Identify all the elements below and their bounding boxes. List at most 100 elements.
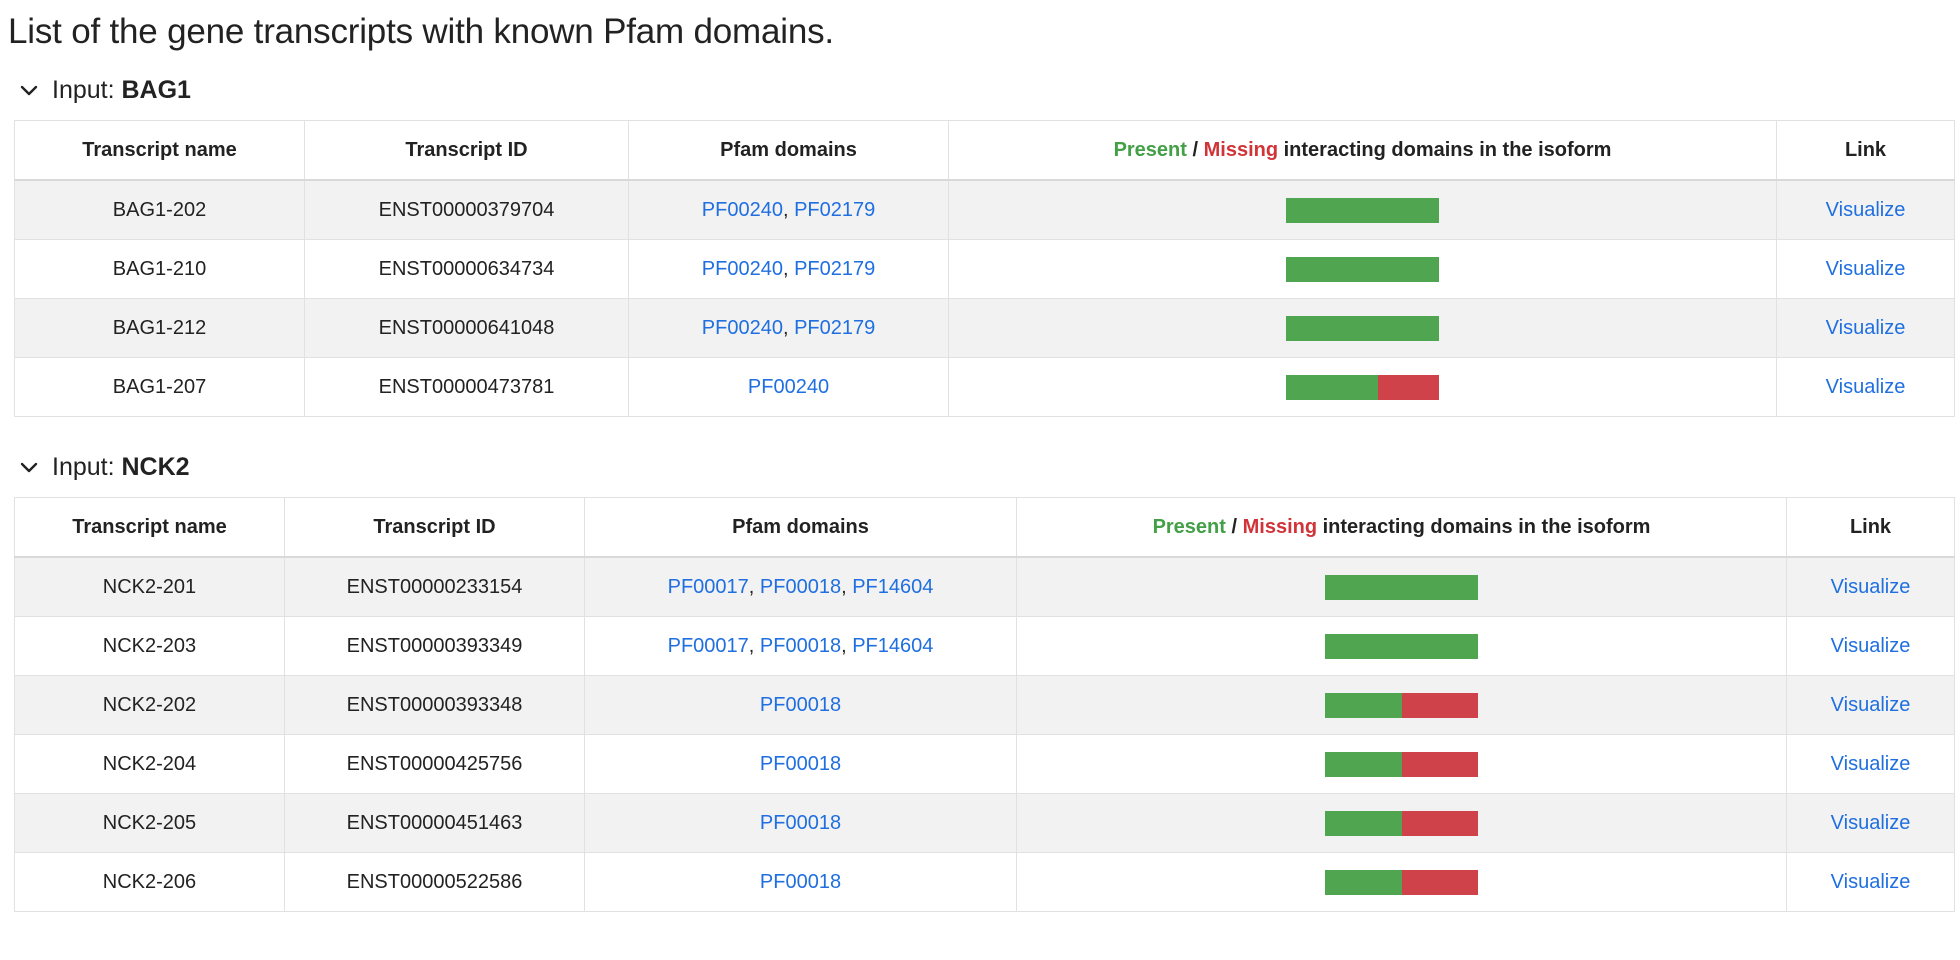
transcript-name-cell: NCK2-202 (14, 675, 285, 735)
column-header-transcript-name: Transcript name (14, 120, 305, 181)
transcripts-table-nck2: Transcript name Transcript ID Pfam domai… (14, 497, 1955, 912)
pfam-link[interactable]: PF00018 (760, 635, 841, 657)
link-cell: Visualize (1776, 357, 1955, 417)
table-row: BAG1-212 ENST00000641048 PF00240, PF02179 V… (14, 298, 1955, 358)
transcript-id-cell: ENST00000641048 (304, 298, 629, 358)
transcript-id-cell: ENST00000233154 (284, 556, 585, 617)
pfam-link[interactable]: PF00018 (760, 753, 841, 775)
page: List of the gene transcripts with known … (0, 0, 1960, 912)
present-segment (1286, 374, 1378, 400)
column-header-transcript-name: Transcript name (14, 497, 285, 558)
missing-segment (1401, 869, 1478, 895)
domain-coverage-bar (1325, 869, 1478, 895)
transcript-name-cell: BAG1-207 (14, 357, 305, 417)
present-segment (1325, 810, 1402, 836)
column-header-interacting-domains: Present / Missing interacting domains in… (948, 120, 1777, 181)
missing-segment (1401, 751, 1478, 777)
present-segment (1286, 197, 1439, 223)
table-header-row: Transcript name Transcript ID Pfam domai… (14, 120, 1955, 181)
pfam-link[interactable]: PF02179 (794, 317, 875, 339)
pfam-link[interactable]: PF00018 (760, 694, 841, 716)
missing-segment (1377, 374, 1439, 400)
transcript-name-cell: NCK2-201 (14, 556, 285, 617)
visualize-link[interactable]: Visualize (1826, 376, 1906, 398)
column-header-link: Link (1786, 497, 1955, 558)
pfam-link[interactable]: PF00018 (760, 576, 841, 598)
pfam-link[interactable]: PF00240 (702, 258, 783, 280)
pfam-link[interactable]: PF02179 (794, 199, 875, 221)
visualize-link[interactable]: Visualize (1826, 199, 1906, 221)
pfam-link[interactable]: PF00240 (748, 376, 829, 398)
domain-coverage-bar (1286, 374, 1439, 400)
pfam-link[interactable]: PF00018 (760, 812, 841, 834)
table-row: NCK2-204 ENST00000425756 PF00018 Visualize (14, 734, 1955, 794)
interacting-domains-cell (948, 179, 1777, 240)
link-cell: Visualize (1786, 675, 1955, 735)
visualize-link[interactable]: Visualize (1831, 635, 1911, 657)
link-cell: Visualize (1786, 852, 1955, 912)
present-segment (1286, 315, 1439, 341)
visualize-link[interactable]: Visualize (1831, 694, 1911, 716)
table-row: BAG1-202 ENST00000379704 PF00240, PF02179 V… (14, 179, 1955, 240)
domain-coverage-bar (1286, 197, 1439, 223)
interacting-domains-cell (1016, 556, 1787, 617)
visualize-link[interactable]: Visualize (1831, 576, 1911, 598)
interacting-domains-cell (948, 357, 1777, 417)
interacting-domains-cell (1016, 616, 1787, 676)
pfam-link[interactable]: PF00018 (760, 871, 841, 893)
chevron-down-icon[interactable] (18, 456, 40, 478)
section-label: Input: NCK2 (52, 452, 190, 481)
section-header-bag1[interactable]: Input: BAG1 (8, 70, 1950, 110)
interacting-domains-cell (948, 239, 1777, 299)
domain-coverage-bar (1325, 692, 1478, 718)
visualize-link[interactable]: Visualize (1831, 753, 1911, 775)
transcript-name-cell: NCK2-206 (14, 852, 285, 912)
missing-segment (1401, 692, 1478, 718)
table-row: NCK2-205 ENST00000451463 PF00018 Visualize (14, 793, 1955, 853)
link-cell: Visualize (1776, 298, 1955, 358)
pfam-link[interactable]: PF00017 (668, 576, 749, 598)
pfam-link[interactable]: PF00017 (668, 635, 749, 657)
pfam-link[interactable]: PF00240 (702, 199, 783, 221)
pfam-link[interactable]: PF14604 (852, 576, 933, 598)
link-cell: Visualize (1786, 793, 1955, 853)
transcript-id-cell: ENST00000425756 (284, 734, 585, 794)
domain-coverage-bar (1325, 633, 1478, 659)
table-body: BAG1-202 ENST00000379704 PF00240, PF02179 V… (14, 179, 1955, 417)
interacting-domains-cell (1016, 675, 1787, 735)
column-header-interacting-domains: Present / Missing interacting domains in… (1016, 497, 1787, 558)
visualize-link[interactable]: Visualize (1826, 317, 1906, 339)
link-cell: Visualize (1776, 239, 1955, 299)
link-cell: Visualize (1786, 616, 1955, 676)
domain-coverage-bar (1325, 751, 1478, 777)
transcript-id-cell: ENST00000522586 (284, 852, 585, 912)
present-segment (1325, 869, 1402, 895)
table-row: NCK2-206 ENST00000522586 PF00018 Visualize (14, 852, 1955, 912)
chevron-down-icon[interactable] (18, 79, 40, 101)
transcript-id-cell: ENST00000634734 (304, 239, 629, 299)
section-header-nck2[interactable]: Input: NCK2 (8, 447, 1950, 487)
present-segment (1325, 751, 1402, 777)
pfam-domains-cell: PF00240, PF02179 (628, 239, 949, 299)
column-header-link: Link (1776, 120, 1955, 181)
pfam-link[interactable]: PF00240 (702, 317, 783, 339)
present-segment (1286, 256, 1439, 282)
pfam-link[interactable]: PF14604 (852, 635, 933, 657)
pfam-domains-cell: PF00240 (628, 357, 949, 417)
visualize-link[interactable]: Visualize (1831, 812, 1911, 834)
interacting-domains-cell (1016, 852, 1787, 912)
pfam-domains-cell: PF00240, PF02179 (628, 298, 949, 358)
transcript-id-cell: ENST00000393349 (284, 616, 585, 676)
visualize-link[interactable]: Visualize (1831, 871, 1911, 893)
pfam-domains-cell: PF00018 (584, 793, 1017, 853)
pfam-domains-cell: PF00018 (584, 675, 1017, 735)
interacting-domains-cell (948, 298, 1777, 358)
transcript-name-cell: BAG1-210 (14, 239, 305, 299)
table-row: NCK2-202 ENST00000393348 PF00018 Visualize (14, 675, 1955, 735)
domain-coverage-bar (1286, 315, 1439, 341)
pfam-link[interactable]: PF02179 (794, 258, 875, 280)
present-segment (1325, 574, 1478, 600)
table-body: NCK2-201 ENST00000233154 PF00017, PF00018,… (14, 556, 1955, 912)
visualize-link[interactable]: Visualize (1826, 258, 1906, 280)
page-title: List of the gene transcripts with known … (8, 12, 834, 51)
